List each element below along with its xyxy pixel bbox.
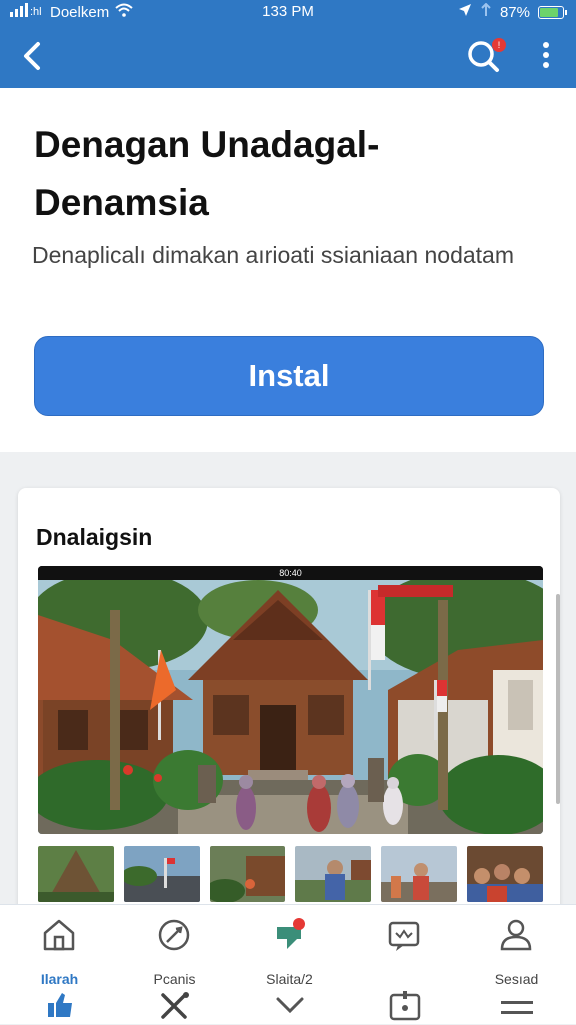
thumbnail-2[interactable]: [123, 846, 200, 902]
thumbnail-6[interactable]: [467, 846, 543, 902]
status-bar: :hl Doelkem 133 PM 87%: [0, 0, 576, 24]
thumbnail-4[interactable]: [295, 846, 372, 902]
village-photo: [38, 580, 543, 834]
search-button[interactable]: !: [464, 36, 506, 76]
compass-icon: [158, 919, 190, 951]
battery-icon: [538, 5, 567, 19]
user-icon: [500, 919, 532, 951]
screenshot-caption: 80:40: [38, 566, 543, 580]
thumbnail-1[interactable]: [38, 846, 114, 902]
screenshots-card: Dnalaigsin 80:40: [18, 488, 560, 918]
battery-fill: [540, 7, 559, 17]
app-title: Denagan Unadagal-Denamsia: [34, 124, 380, 223]
scrollbar[interactable]: [556, 594, 560, 804]
bottom-navigation: Ilarah Pcanis Slaita/2 Sesıad: [0, 904, 576, 1024]
status-right: 87%: [458, 2, 567, 21]
more-vertical-icon: [543, 42, 549, 68]
calendar-icon: [389, 991, 421, 1021]
chat-icon: [277, 918, 305, 949]
search-badge: !: [492, 38, 506, 52]
battery-percent: 87%: [499, 3, 530, 21]
more-button[interactable]: [538, 38, 554, 74]
nav-label-chat: Slaita/2: [266, 971, 313, 987]
app-description: Denaplicalı dimakan aırioati ssianiaan n…: [32, 242, 515, 268]
app-bar: !: [0, 24, 576, 88]
chevron-left-icon: [24, 42, 40, 70]
nav-label-home: Ilarah: [40, 971, 79, 987]
back-button[interactable]: [16, 38, 52, 74]
chevron-down-icon: [276, 997, 304, 1014]
app-header-section: Denagan Unadagal-Denamsia Denaplicalı di…: [0, 88, 576, 452]
tools-icon: [161, 992, 189, 1019]
nav-item-home[interactable]: Ilarah: [2, 905, 117, 1025]
location-icon: [458, 3, 472, 21]
nav-label-explore: Pcanis: [153, 971, 196, 987]
arrow-icon: [480, 2, 492, 21]
thumbnail-strip: [38, 846, 543, 902]
nav-item-messages[interactable]: [347, 905, 462, 1025]
nav-item-chat[interactable]: Slaita/2: [232, 905, 347, 1025]
install-button[interactable]: Instal: [34, 336, 544, 416]
menu-icon: [501, 1001, 533, 1014]
nav-label-profile: Sesıad: [494, 971, 539, 987]
thumbs-up-icon: [48, 993, 72, 1017]
thumbnail-5[interactable]: [381, 846, 458, 902]
thumbnail-3[interactable]: [209, 846, 286, 902]
screenshots-title: Dnalaigsin: [36, 524, 153, 550]
home-icon: [43, 919, 75, 951]
nav-item-explore[interactable]: Pcanis: [117, 905, 232, 1025]
nav-item-profile[interactable]: Sesıad: [459, 905, 574, 1025]
main-screenshot[interactable]: 80:40: [38, 566, 543, 834]
message-icon: [388, 921, 420, 951]
